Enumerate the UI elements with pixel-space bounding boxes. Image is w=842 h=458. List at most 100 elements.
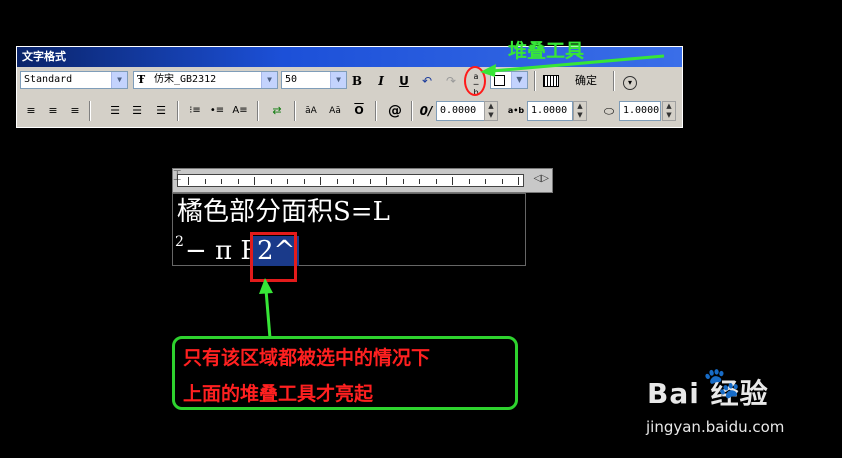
at-symbol-icon: @	[388, 103, 402, 119]
lettered-list-button[interactable]: A≡	[230, 101, 250, 121]
align-center-icon: ≡	[48, 104, 58, 117]
redo-button[interactable]: ↷	[441, 71, 461, 91]
ruler-tick	[468, 179, 470, 184]
annotation-callout: 只有该区域都被选中的情况下 上面的堆叠工具才亮起	[172, 336, 518, 410]
ruler-tick	[237, 179, 239, 184]
font-dropdown[interactable]: Ŧ 仿宋_GB2312 ▼	[133, 71, 278, 89]
text-height-dropdown[interactable]: 50 ▼	[281, 71, 347, 89]
ruler-tick	[353, 179, 354, 184]
justify-bottom-button[interactable]: ☰	[151, 101, 171, 121]
callout-line-2: 上面的堆叠工具才亮起	[183, 383, 374, 405]
ruler-tick	[320, 177, 321, 185]
justify-top-button[interactable]: ☰	[105, 101, 125, 121]
numbered-list-icon: ⁝≡	[189, 105, 201, 116]
undo-button[interactable]: ↶	[417, 71, 437, 91]
bullets-button[interactable]: •≡	[207, 101, 227, 121]
align-center-button[interactable]: ≡	[43, 101, 63, 121]
width-factor-label: ⬭	[599, 101, 619, 121]
uppercase-icon: āA	[305, 106, 317, 116]
ruler-tick	[303, 179, 305, 184]
style-value: Standard	[24, 74, 73, 85]
font-value: 仿宋_GB2312	[154, 74, 217, 85]
superscript-two: 2	[175, 234, 184, 250]
overline-button[interactable]: O	[349, 101, 369, 121]
ruler-tick	[369, 179, 371, 184]
ruler-tick	[270, 179, 272, 184]
ruler-tick	[485, 179, 486, 184]
separator	[375, 101, 377, 121]
redo-icon: ↷	[445, 74, 457, 88]
mtext-editor[interactable]: 橘色部分面积S=L 2 − π R 2^	[172, 193, 526, 266]
overline-icon: O	[354, 104, 364, 117]
underline-button[interactable]: U	[394, 71, 414, 91]
tracking-label: a•b	[506, 101, 526, 121]
oblique-angle-icon: 0/	[419, 104, 433, 118]
toolbar-row-2: ≡ ≡ ≡ ☰ ☰ ☰ ⁝≡ •≡ A≡ ⇄ āA Aā O @ 0/ 0.00…	[17, 98, 682, 124]
symbol-button[interactable]: @	[385, 101, 405, 121]
ruler-tick	[287, 179, 288, 184]
watermark-url: jingyan.baidu.com	[646, 418, 785, 436]
separator	[411, 101, 413, 121]
indent-marker-icon[interactable]: ⌶	[173, 169, 181, 183]
ruler-tick	[518, 177, 519, 185]
align-left-icon: ≡	[26, 104, 36, 117]
uppercase-button[interactable]: āA	[301, 101, 321, 121]
ruler-tick	[204, 179, 206, 184]
chevron-down-icon: ▼	[111, 72, 127, 88]
editor-line-1: 橘色部分面积S=L	[177, 197, 390, 227]
align-right-icon: ≡	[70, 104, 80, 117]
ruler-tick	[254, 177, 255, 185]
width-factor-spinner[interactable]: ▲ ▼	[662, 101, 676, 121]
ruler-width-handle-icon[interactable]: ◁▷	[534, 173, 549, 184]
insert-field-button[interactable]: ⇄	[267, 101, 287, 121]
oblique-label: 0/	[416, 101, 436, 121]
bold-button[interactable]: B	[347, 71, 367, 91]
lowercase-button[interactable]: Aā	[325, 101, 345, 121]
ruler-tick	[386, 177, 387, 185]
text-height-value: 50	[285, 74, 298, 85]
tracking-spinner[interactable]: ▲ ▼	[573, 101, 587, 121]
text-ruler[interactable]: ⌶ ◁▷	[172, 168, 553, 193]
chevron-down-icon: ▼	[330, 72, 346, 88]
paw-logo-icon: 🐾	[703, 366, 741, 401]
options-chevron-icon: ▾	[623, 76, 637, 90]
justify-middle-button[interactable]: ☰	[127, 101, 147, 121]
tracking-icon: a•b	[507, 106, 525, 115]
ruler-tick	[501, 179, 503, 184]
insert-field-icon: ⇄	[272, 104, 282, 117]
width-factor-input[interactable]: 1.0000	[619, 101, 661, 121]
separator	[89, 101, 91, 121]
ruler-tick	[452, 177, 453, 185]
undo-icon: ↶	[421, 74, 433, 88]
separator	[177, 101, 179, 121]
ruler-tick	[188, 177, 189, 185]
oblique-spinner[interactable]: ▲ ▼	[484, 101, 498, 121]
italic-button[interactable]: I	[371, 71, 391, 91]
separator	[294, 101, 296, 121]
ruler-tick	[221, 179, 222, 184]
separator	[257, 101, 259, 121]
ruler-tick	[402, 179, 404, 184]
align-left-button[interactable]: ≡	[21, 101, 41, 121]
annotation-arrow-to-selection	[259, 278, 273, 339]
callout-line-1: 只有该区域都被选中的情况下	[183, 347, 431, 369]
tracking-input[interactable]: 1.0000	[527, 101, 573, 121]
ruler-tick	[336, 179, 338, 184]
ruler-tick	[419, 179, 420, 184]
truetype-font-icon: Ŧ	[137, 73, 146, 86]
lowercase-icon: Aā	[329, 106, 341, 116]
align-right-button[interactable]: ≡	[65, 101, 85, 121]
numbering-button[interactable]: ⁝≡	[185, 101, 205, 121]
oblique-angle-input[interactable]: 0.0000	[436, 101, 486, 121]
selection-highlight-box	[250, 232, 297, 282]
ruler-tick	[435, 179, 437, 184]
letter-list-icon: A≡	[232, 105, 248, 116]
chevron-down-icon: ▼	[261, 72, 277, 88]
style-dropdown[interactable]: Standard ▼	[20, 71, 128, 89]
justify-middle-icon: ☰	[132, 104, 142, 117]
ruler-scale	[177, 174, 524, 187]
justify-bottom-icon: ☰	[156, 104, 166, 117]
width-factor-icon: ⬭	[603, 104, 615, 118]
justify-top-icon: ☰	[110, 104, 120, 117]
bullet-list-icon: •≡	[209, 105, 225, 116]
